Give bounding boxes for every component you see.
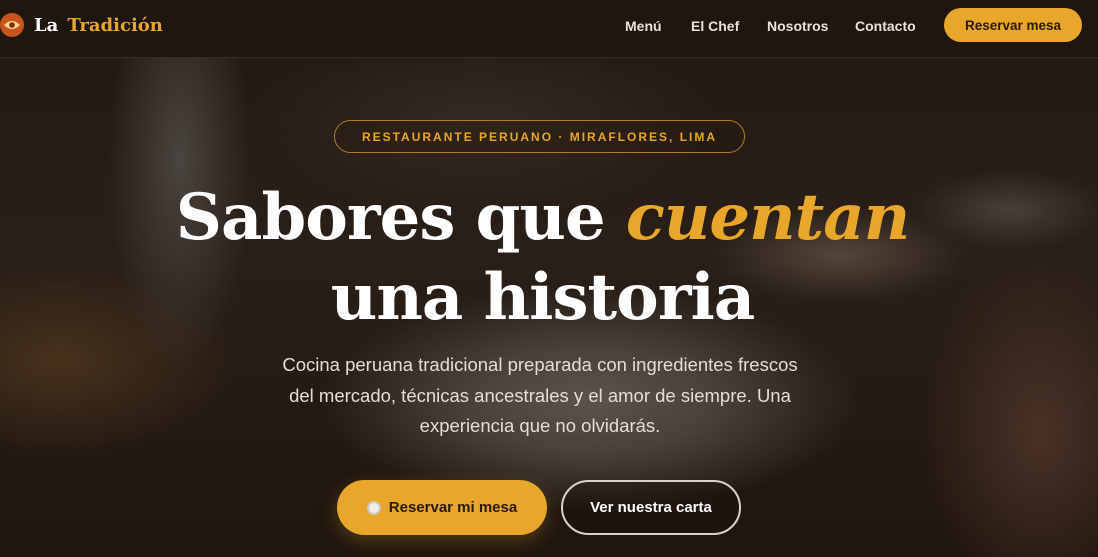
nav-link-contacto[interactable]: Contacto (855, 17, 916, 35)
headline-accent-word: cuentan (625, 180, 910, 255)
hero-headline-line2: una historia (330, 260, 755, 335)
nav-link-nosotros[interactable]: Nosotros (767, 17, 828, 35)
brand-logo-link[interactable]: La Tradición (0, 11, 163, 39)
reserve-table-nav-button[interactable]: Reservar mesa (944, 8, 1082, 42)
reserve-my-table-button[interactable]: Reservar mi mesa (337, 480, 547, 535)
plate-icon (366, 500, 381, 515)
restaurant-location-badge: RESTAURANTE PERUANO · MIRAFLORES, LIMA (334, 120, 745, 153)
nav-link-el-chef[interactable]: El Chef (691, 17, 739, 35)
reserve-my-table-label: Reservar mi mesa (388, 499, 518, 516)
top-navbar: La Tradición Menú El Chef Nosotros Conta… (0, 0, 1098, 58)
view-menu-button[interactable]: Ver nuestra carta (561, 480, 741, 535)
brand-name-la: La (34, 14, 59, 36)
brand-name-tradicion: Tradición (67, 14, 163, 36)
hero-description: Cocina peruana tradicional preparada con… (282, 354, 798, 436)
nav-link-menu[interactable]: Menú (625, 17, 662, 35)
headline-text: Sabores que (175, 180, 606, 255)
eye-logo-icon (0, 13, 24, 37)
hero-headline-line1: Sabores que cuentan (0, 182, 1085, 254)
